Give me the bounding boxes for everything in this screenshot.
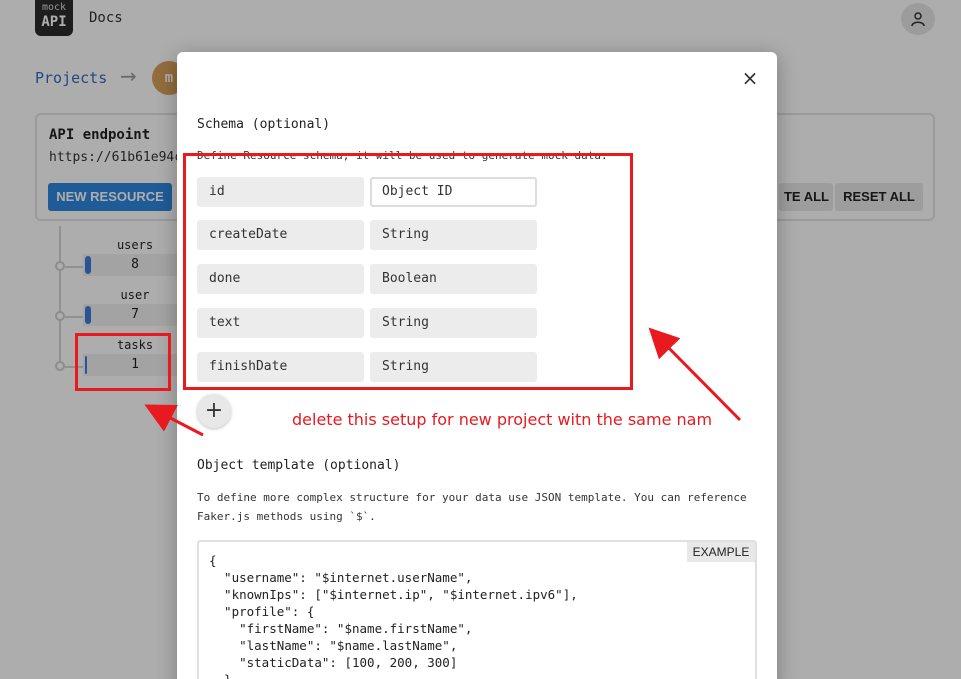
schema-title: Schema (optional) — [197, 117, 331, 132]
code-line: "firstName": "$name.firstName", — [209, 621, 473, 636]
add-field-button[interactable]: + — [197, 394, 231, 428]
template-code-editor[interactable]: EXAMPLE { "username": "$internet.userNam… — [197, 540, 757, 679]
code-line: "lastName": "$name.lastName", — [209, 638, 458, 653]
code-line: "staticData": [100, 200, 300] — [209, 655, 458, 670]
close-icon[interactable]: × — [741, 68, 759, 88]
annotation-text: delete this setup for new project witn t… — [292, 410, 713, 429]
code-line: "knownIps": ["$internet.ip", "$internet.… — [209, 587, 578, 602]
template-description-line-1: To define more complex structure for you… — [197, 491, 747, 504]
example-button[interactable]: EXAMPLE — [687, 542, 755, 562]
annotation-schema-box — [183, 153, 633, 390]
template-title: Object template (optional) — [197, 458, 401, 473]
code-line: "username": "$internet.userName", — [209, 570, 473, 585]
code-line: "profile": { — [209, 604, 315, 619]
template-code: { "username": "$internet.userName", "kno… — [209, 552, 578, 679]
code-line: } — [209, 671, 578, 679]
template-description-line-2: Faker.js methods using `$`. — [197, 510, 376, 523]
code-line: { — [209, 553, 217, 568]
annotation-tasks-box — [75, 333, 171, 391]
